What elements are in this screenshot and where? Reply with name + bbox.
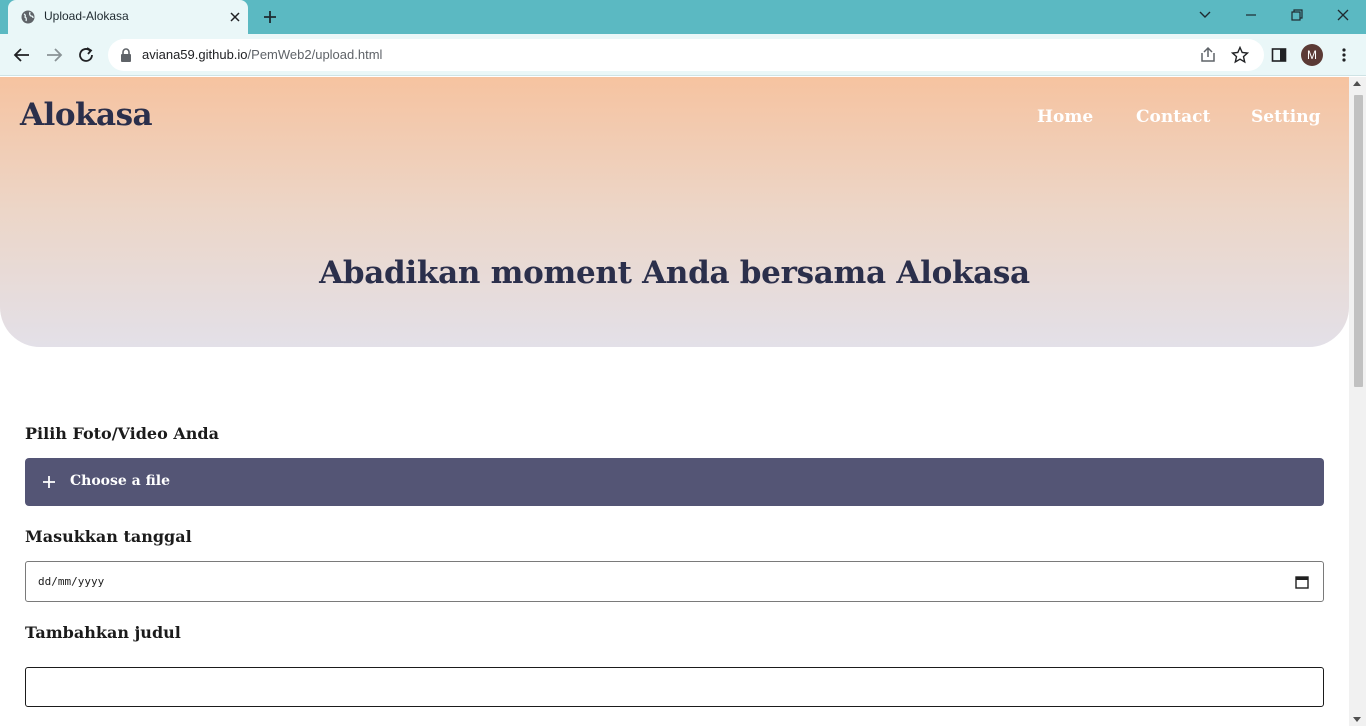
title-label: Tambahkan judul (25, 623, 181, 642)
nav-link-contact[interactable]: Contact (1136, 107, 1210, 127)
minimize-button[interactable] (1228, 0, 1274, 30)
close-window-button[interactable] (1320, 0, 1366, 30)
tab-title: Upload-Alokasa (44, 9, 129, 23)
vertical-scrollbar[interactable] (1349, 77, 1366, 726)
profile-avatar[interactable]: M (1301, 44, 1323, 66)
choose-file-button[interactable]: Choose a file (25, 458, 1324, 506)
chevron-down-icon (1199, 11, 1211, 18)
hero-title: Abadikan moment Anda bersama Alokasa (319, 255, 1030, 291)
tab-search-button[interactable] (1182, 0, 1228, 30)
choose-file-label: Choose a file (70, 473, 171, 489)
url-text: aviana59.github.io/PemWeb2/upload.html (142, 47, 382, 62)
browser-tab-strip: Upload-Alokasa (0, 0, 1366, 34)
address-bar[interactable]: aviana59.github.io/PemWeb2/upload.html (108, 39, 1264, 71)
browser-toolbar: aviana59.github.io/PemWeb2/upload.html M (0, 34, 1366, 76)
scroll-down-arrow-icon[interactable] (1353, 717, 1361, 722)
reload-icon (79, 47, 93, 62)
browser-menu-button[interactable] (1333, 44, 1355, 66)
share-icon[interactable] (1199, 46, 1217, 64)
new-tab-icon[interactable] (260, 7, 280, 27)
forward-button[interactable] (43, 44, 65, 66)
restore-button[interactable] (1274, 0, 1320, 30)
nav-link-setting[interactable]: Setting (1251, 107, 1321, 127)
side-panel-icon (1271, 48, 1287, 62)
date-label: Masukkan tanggal (25, 527, 192, 546)
star-icon[interactable] (1231, 46, 1249, 64)
date-placeholder: dd/mm/yyyy (38, 575, 105, 588)
title-input[interactable] (26, 668, 1323, 706)
close-icon (1337, 9, 1349, 21)
scroll-up-arrow-icon[interactable] (1353, 81, 1361, 86)
brand-logo[interactable]: Alokasa (20, 97, 153, 133)
browser-tab[interactable]: Upload-Alokasa (8, 0, 248, 34)
side-panel-button[interactable] (1268, 44, 1290, 66)
close-tab-icon[interactable] (226, 8, 244, 26)
nav-link-home[interactable]: Home (1037, 107, 1093, 127)
arrow-right-icon (47, 48, 63, 62)
reload-button[interactable] (75, 44, 97, 66)
url-domain: aviana59.github.io (142, 47, 248, 62)
back-button[interactable] (11, 44, 33, 66)
more-vertical-icon (1342, 48, 1346, 62)
calendar-icon[interactable] (1295, 575, 1309, 589)
globe-icon (21, 10, 35, 24)
hero-header: Alokasa Home Contact Setting Abadikan mo… (0, 77, 1349, 347)
arrow-left-icon (13, 48, 29, 62)
restore-icon (1291, 9, 1303, 21)
date-field[interactable]: dd/mm/yyyy (25, 561, 1324, 602)
plus-icon (43, 476, 55, 488)
minimize-icon (1246, 14, 1256, 16)
lock-icon[interactable] (120, 48, 132, 62)
url-path: /PemWeb2/upload.html (247, 47, 383, 62)
scrollbar-thumb[interactable] (1354, 95, 1363, 387)
title-field[interactable] (25, 667, 1324, 707)
page-viewport: Alokasa Home Contact Setting Abadikan mo… (0, 77, 1366, 726)
file-label: Pilih Foto/Video Anda (25, 424, 219, 443)
